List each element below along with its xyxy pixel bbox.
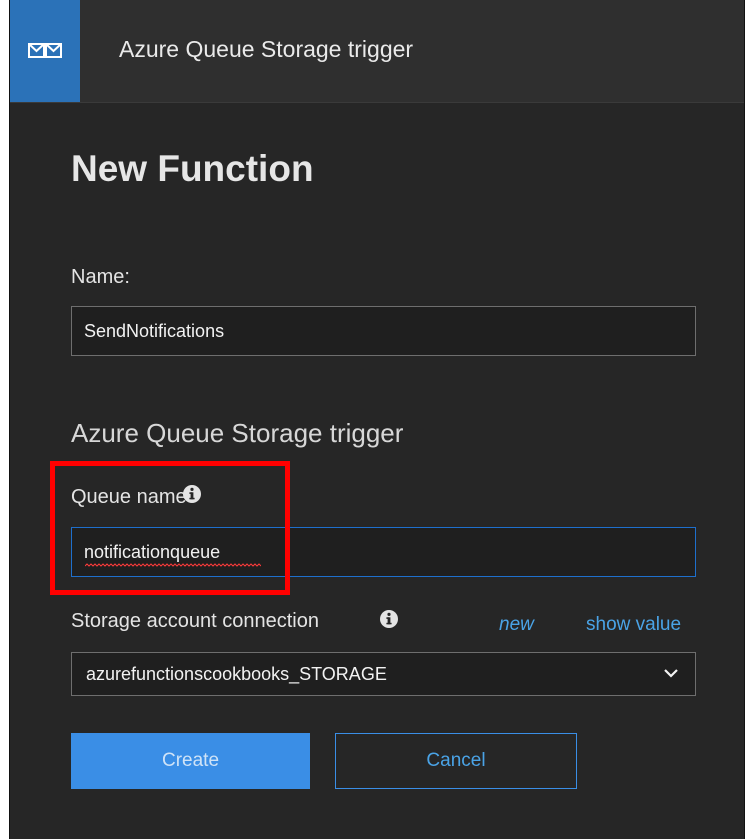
storage-connection-label: Storage account connection [71,610,319,632]
trigger-section-title: Azure Queue Storage trigger [71,418,404,448]
chevron-down-icon [664,669,678,678]
queue-name-input[interactable] [71,527,696,577]
storage-connection-value: azurefunctionscookbooks_STORAGE [86,664,387,684]
name-label: Name: [71,266,130,288]
queue-name-info-icon[interactable] [182,484,202,504]
new-function-panel: Azure Queue Storage trigger New Function… [9,0,745,839]
spellcheck-underline [85,563,261,567]
storage-connection-info-icon[interactable] [379,609,399,629]
storage-connection-select[interactable]: azurefunctionscookbooks_STORAGE [71,652,696,696]
create-button[interactable]: Create [71,733,310,789]
header-title: Azure Queue Storage trigger [119,36,414,62]
queue-name-label: Queue name [71,486,187,508]
new-connection-link[interactable]: new [499,614,534,636]
page-title: New Function [71,148,314,189]
cancel-button[interactable]: Cancel [335,733,577,789]
name-input[interactable] [71,306,696,356]
queue-envelope-icon [10,0,80,102]
panel-header: Azure Queue Storage trigger [10,0,744,103]
show-value-link[interactable]: show value [586,614,681,636]
